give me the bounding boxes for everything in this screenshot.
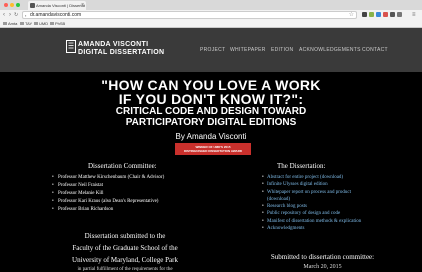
link-manifest[interactable]: Manifest of dissertation methods & expli… xyxy=(262,218,412,226)
browser-tab-bar: Amanda Visconti | Dissertat × xyxy=(0,0,422,10)
page-subtitle-line2: PARTICIPATORY DIGITAL EDITIONS xyxy=(125,117,297,128)
submitted-committee-heading: Submitted to dissertation committee: xyxy=(270,253,375,261)
link-abstract[interactable]: Abstract for entire project (download) xyxy=(262,174,412,182)
folder-icon xyxy=(20,22,24,26)
extension-icon[interactable] xyxy=(369,12,374,17)
committee-heading: Dissertation Committee: xyxy=(88,162,157,170)
nav-whitepaper[interactable]: WHITEPAPER xyxy=(230,47,266,53)
page-title-line2: IF YOU DON'T KNOW IT?": xyxy=(118,91,304,107)
committee-member: Professor Brian Richardson xyxy=(52,206,164,214)
folder-icon xyxy=(34,22,38,26)
extension-icon[interactable] xyxy=(397,12,402,17)
forward-icon[interactable]: › xyxy=(9,11,11,19)
folder-icon xyxy=(3,22,7,26)
author-byline: By Amanda Visconti xyxy=(175,132,247,141)
dissertation-links: Abstract for entire project (download) I… xyxy=(262,174,412,233)
committee-member: Professor Neil Fraistat xyxy=(52,182,164,190)
nav-acknowledgements[interactable]: ACKNOWLEDGEMENTS xyxy=(299,47,361,53)
link-public-repository[interactable]: Public repository of design and code xyxy=(262,210,412,218)
award-line2: DISTINGUISHED DISSERTATION AWARD xyxy=(183,149,243,153)
submitted-date: March 20, 2015 xyxy=(303,264,342,270)
reload-icon[interactable]: ↻ xyxy=(14,11,18,19)
url-text: dr.amandavisconti.com xyxy=(30,12,82,18)
nav-contact[interactable]: CONTACT xyxy=(362,47,388,53)
extension-icon[interactable] xyxy=(390,12,395,17)
address-bar[interactable]: ▪ dr.amandavisconti.com ☆ xyxy=(22,11,357,19)
bookmark-folder[interactable]: UMD xyxy=(34,21,48,27)
link-infinite-ulysses[interactable]: Infinite Ulysses digital edition xyxy=(262,181,412,189)
browser-tab[interactable]: Amanda Visconti | Dissertat × xyxy=(28,1,86,10)
bookmark-folder[interactable]: Amta xyxy=(3,21,17,27)
dissertation-heading: The Dissertation: xyxy=(277,162,326,170)
link-whitepaper-download[interactable]: (download) xyxy=(262,196,412,203)
close-window-icon[interactable] xyxy=(4,3,8,7)
site-header: AMANDA VISCONTI DIGITAL DISSERTATION PRO… xyxy=(0,28,422,72)
tab-title: Amanda Visconti | Dissertat xyxy=(36,3,85,8)
back-icon[interactable]: ‹ xyxy=(3,11,5,19)
tab-close-icon[interactable]: × xyxy=(81,1,84,10)
committee-member: Professor Kari Kraus (also Dean's Repres… xyxy=(52,198,164,206)
minimize-window-icon[interactable] xyxy=(10,3,14,7)
committee-list: Professor Matthew Kirschenbaum (Chair & … xyxy=(52,174,164,214)
committee-member: Professor Matthew Kirschenbaum (Chair & … xyxy=(52,174,164,182)
menu-icon[interactable]: ≡ xyxy=(412,11,416,19)
bookmarks-bar: Amta TAY UMD PhSB xyxy=(0,20,422,28)
bookmark-star-icon[interactable]: ☆ xyxy=(349,12,354,18)
nav-project[interactable]: PROJECT xyxy=(200,47,225,53)
lock-icon: ▪ xyxy=(25,13,27,18)
award-badge[interactable]: WINNER OF UMD'S 2015 DISTINGUISHED DISSE… xyxy=(175,143,251,155)
committee-member: Professor Melanie Kill xyxy=(52,190,164,198)
extension-icon[interactable] xyxy=(383,12,388,17)
site-title[interactable]: AMANDA VISCONTI xyxy=(78,41,148,48)
bookmark-folder[interactable]: PhSB xyxy=(50,21,65,27)
submitted-text-line1: Dissertation submitted to the xyxy=(84,232,166,240)
bookmark-folder[interactable]: TAY xyxy=(20,21,32,27)
extension-icon[interactable] xyxy=(362,12,367,17)
nav-edition[interactable]: EDITION xyxy=(271,47,293,53)
browser-toolbar: ‹ › ↻ ▪ dr.amandavisconti.com ☆ ≡ xyxy=(0,10,422,20)
folder-icon xyxy=(50,22,54,26)
favicon-icon xyxy=(30,3,35,8)
link-research-blog[interactable]: Research blog posts xyxy=(262,203,412,211)
maximize-window-icon[interactable] xyxy=(16,3,20,7)
submitted-text-line3: University of Maryland, College Park xyxy=(72,256,178,264)
book-logo-icon[interactable] xyxy=(66,40,76,53)
submitted-text-line2: Faculty of the Graduate School of the xyxy=(72,244,178,252)
extension-icon[interactable] xyxy=(376,12,381,17)
link-acknowledgments[interactable]: Acknowledgments xyxy=(262,225,412,233)
link-whitepaper[interactable]: Whitepaper report on process and product xyxy=(262,189,412,197)
page-subtitle-line1: CRITICAL CODE AND DESIGN TOWARD xyxy=(115,106,307,117)
site-subtitle[interactable]: DIGITAL DISSERTATION xyxy=(78,49,164,56)
